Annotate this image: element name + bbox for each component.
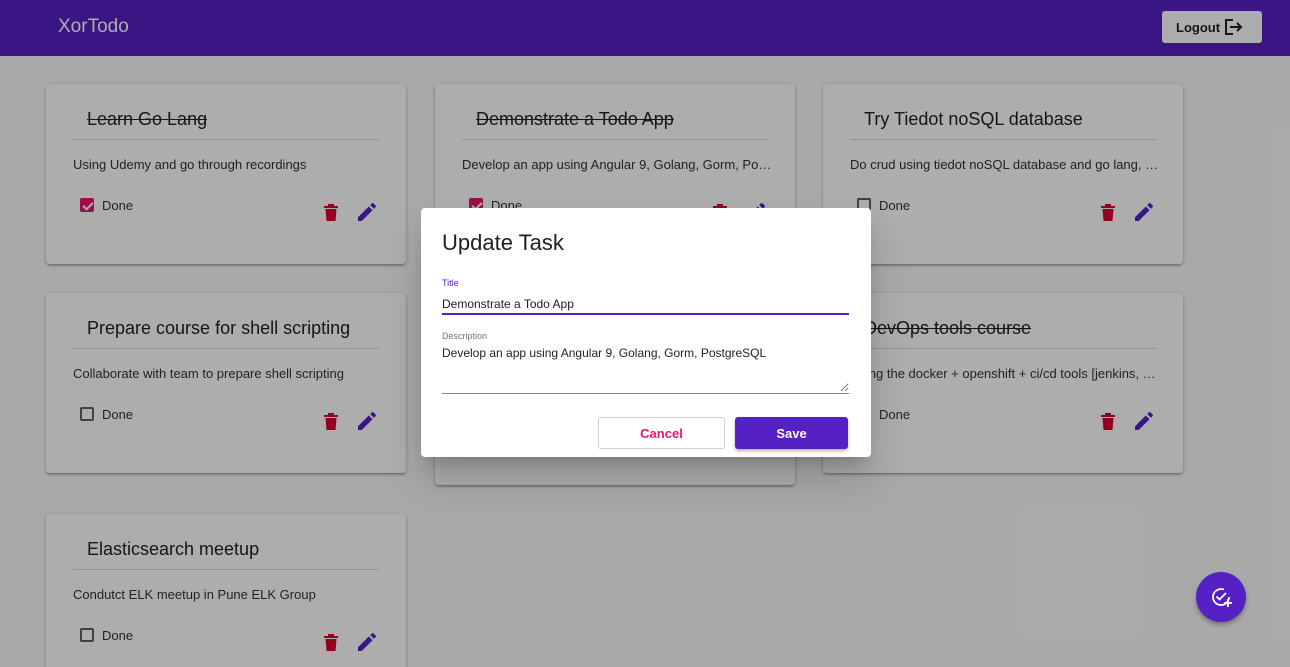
description-textarea[interactable]: Develop an app using Angular 9, Golang, …	[442, 346, 849, 392]
description-field-label: Description	[442, 331, 488, 341]
add-task-button[interactable]	[1196, 572, 1246, 622]
title-field-underline	[442, 313, 849, 315]
cancel-button[interactable]: Cancel	[598, 417, 725, 449]
description-field-underline	[442, 393, 849, 394]
title-field-label: Title	[442, 278, 459, 288]
save-button[interactable]: Save	[735, 417, 848, 449]
add-task-icon	[1212, 588, 1232, 607]
title-input[interactable]	[442, 293, 849, 315]
update-task-dialog: Update Task Title Description Develop an…	[421, 208, 871, 457]
dialog-title: Update Task	[442, 230, 564, 255]
